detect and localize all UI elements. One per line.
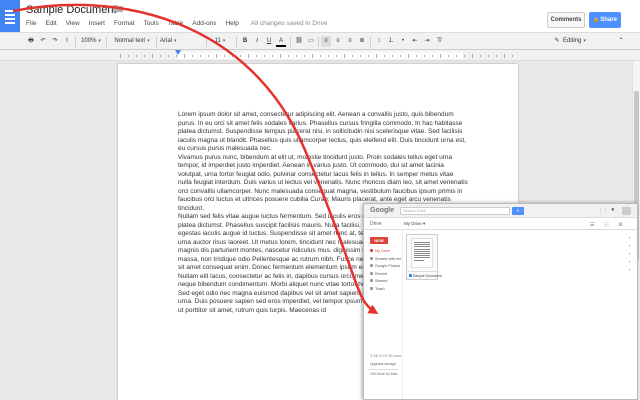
decrease-indent-icon[interactable]: ⇤: [410, 36, 420, 47]
drive-window: Google Search Drive ⌕ ⋮⋮ ● Drive My Driv…: [363, 203, 638, 400]
google-logo: Google: [370, 207, 395, 214]
drive-search-button[interactable]: ⌕: [512, 207, 524, 215]
menu-help[interactable]: Help: [225, 20, 238, 27]
toolbar: 🖶 ↶ ↷ ⌇ 100% Normal text Arial 11 B I U …: [0, 32, 640, 50]
menu-bar: File Edit View Insert Format Tools Table…: [26, 18, 327, 28]
align-right-icon[interactable]: ≡: [345, 36, 355, 47]
underline-button[interactable]: U: [264, 36, 274, 47]
comment-icon[interactable]: ▭: [306, 36, 316, 47]
menu-view[interactable]: View: [66, 20, 80, 27]
save-status[interactable]: All changes saved in Drive: [251, 20, 328, 27]
star-icon[interactable]: ☆: [101, 3, 110, 14]
nav-recent[interactable]: Recent: [370, 271, 400, 279]
collapse-icon[interactable]: ⌃: [616, 36, 626, 47]
drive-location-dropdown[interactable]: My Drive ▾: [404, 221, 425, 227]
indent-marker[interactable]: [175, 50, 181, 55]
increase-indent-icon[interactable]: ⇥: [422, 36, 432, 47]
drive-icon: [370, 249, 373, 252]
drive-side-panel-icons[interactable]: ▪ ▪ ▪ ▪ ▪: [629, 234, 635, 274]
menu-format[interactable]: Format: [114, 20, 135, 27]
align-left-icon[interactable]: ≡: [321, 36, 331, 47]
menu-table[interactable]: Table: [168, 20, 184, 27]
numbered-list-icon[interactable]: ⒈: [386, 36, 396, 47]
nav-google-photos[interactable]: Google Photos: [370, 263, 400, 271]
docs-home-icon[interactable]: [0, 0, 20, 32]
file-thumbnail: [411, 238, 433, 268]
get-drive-app-link[interactable]: Get Drive for Mac: [370, 372, 397, 376]
menu-file[interactable]: File: [26, 20, 36, 27]
menu-tools[interactable]: Tools: [144, 20, 159, 27]
line-spacing-icon[interactable]: ↕: [374, 36, 384, 47]
storage-usage: 3 GB of 15 GB used: [370, 354, 402, 358]
nav-my-drive[interactable]: My Drive: [370, 248, 400, 256]
italic-button[interactable]: I: [252, 36, 262, 47]
comments-button[interactable]: Comments: [547, 12, 585, 28]
docs-file-icon: [409, 274, 412, 277]
nav-starred[interactable]: Starred: [370, 278, 400, 286]
photos-icon: [370, 264, 373, 267]
drive-search-input[interactable]: Search Drive: [400, 207, 510, 215]
paragraph[interactable]: Lorem ipsum dolor sit amet, consectetur …: [178, 111, 468, 154]
drive-new-button[interactable]: NEW: [370, 237, 388, 244]
folder-icon[interactable]: [113, 4, 123, 12]
style-select[interactable]: Normal text: [110, 36, 154, 47]
align-justify-icon[interactable]: ≣: [357, 36, 367, 47]
nav-trash[interactable]: Trash: [370, 286, 400, 294]
drive-file-card[interactable]: Sample Document: [406, 234, 442, 281]
drive-topbar: Google Search Drive ⌕ ⋮⋮ ●: [364, 204, 637, 218]
menu-insert[interactable]: Insert: [89, 20, 105, 27]
clear-formatting-icon[interactable]: T̸: [434, 36, 444, 47]
text-color-button[interactable]: A: [276, 36, 286, 47]
link-icon[interactable]: ⛓: [294, 36, 304, 47]
docs-header: Sample Document ☆ File Edit View Insert …: [0, 0, 640, 32]
lock-icon: 🔒: [593, 17, 600, 23]
drive-nav: My Drive Shared with me Google Photos Re…: [370, 248, 401, 294]
ruler[interactable]: [0, 50, 640, 61]
apps-grid-icon[interactable]: ⋮⋮: [598, 208, 608, 214]
redo-icon[interactable]: ↷: [50, 36, 60, 47]
nav-shared-with-me[interactable]: Shared with me: [370, 256, 401, 264]
align-center-icon[interactable]: ≡: [333, 36, 343, 47]
share-button[interactable]: 🔒Share: [589, 12, 621, 28]
nav-divider: [368, 369, 398, 370]
zoom-select[interactable]: 100%: [80, 36, 102, 47]
drive-view-icons[interactable]: ☰ ⓘ ⚙: [590, 221, 627, 228]
font-size-select[interactable]: 11: [210, 36, 230, 47]
drive-app-label: Drive: [370, 221, 382, 227]
clock-icon: [370, 271, 373, 275]
bulleted-list-icon[interactable]: •: [398, 36, 408, 47]
star-icon: [370, 279, 373, 282]
pencil-icon[interactable]: ✎: [552, 36, 562, 47]
trash-icon: [370, 286, 373, 290]
drive-subbar: Drive My Drive ▾ ☰ ⓘ ⚙: [364, 218, 637, 230]
editing-mode-select[interactable]: Editing: [563, 36, 599, 47]
print-icon[interactable]: 🖶: [26, 36, 36, 47]
undo-icon[interactable]: ↶: [38, 36, 48, 47]
account-avatar[interactable]: [622, 207, 631, 215]
upgrade-storage-link[interactable]: Upgrade storage: [370, 362, 396, 366]
font-select[interactable]: Arial: [160, 36, 204, 47]
notifications-icon[interactable]: ●: [611, 207, 615, 213]
menu-addons[interactable]: Add-ons: [192, 20, 216, 27]
people-icon: [370, 256, 373, 260]
paint-format-icon[interactable]: ⌇: [62, 36, 72, 47]
share-label: Share: [600, 17, 617, 23]
file-name: Sample Document: [407, 271, 442, 281]
menu-edit[interactable]: Edit: [45, 20, 56, 27]
bold-button[interactable]: B: [240, 36, 250, 47]
